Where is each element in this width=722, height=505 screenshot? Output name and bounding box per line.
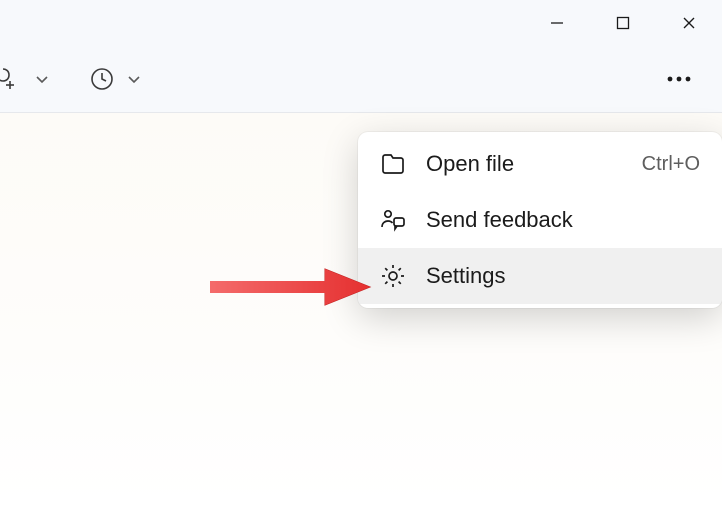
- add-shape-button[interactable]: [0, 61, 28, 97]
- more-button[interactable]: [654, 61, 704, 97]
- add-shape-chevron[interactable]: [28, 61, 56, 97]
- minimize-icon: [550, 16, 564, 30]
- menu-item-send-feedback[interactable]: Send feedback: [358, 192, 722, 248]
- context-menu: Open file Ctrl+O Send feedback Settings: [358, 132, 722, 308]
- gear-icon: [380, 263, 406, 289]
- add-shape-icon: [0, 66, 23, 92]
- minimize-button[interactable]: [524, 0, 590, 45]
- menu-item-settings[interactable]: Settings: [358, 248, 722, 304]
- menu-item-shortcut: Ctrl+O: [642, 153, 700, 176]
- close-icon: [682, 16, 696, 30]
- folder-icon: [380, 151, 406, 177]
- history-icon: [89, 66, 115, 92]
- maximize-icon: [616, 16, 630, 30]
- titlebar: [0, 0, 722, 45]
- menu-item-label: Open file: [426, 151, 622, 177]
- history-chevron[interactable]: [120, 61, 148, 97]
- maximize-button[interactable]: [590, 0, 656, 45]
- history-button[interactable]: [84, 61, 120, 97]
- menu-item-label: Settings: [426, 263, 700, 289]
- menu-item-label: Send feedback: [426, 207, 700, 233]
- more-icon: [666, 75, 692, 83]
- menu-item-open-file[interactable]: Open file Ctrl+O: [358, 136, 722, 192]
- feedback-icon: [380, 207, 406, 233]
- close-button[interactable]: [656, 0, 722, 45]
- chevron-down-icon: [35, 72, 49, 86]
- chevron-down-icon: [127, 72, 141, 86]
- toolbar-group-history: [84, 61, 148, 97]
- toolbar: [0, 45, 722, 113]
- toolbar-group-add: [0, 61, 56, 97]
